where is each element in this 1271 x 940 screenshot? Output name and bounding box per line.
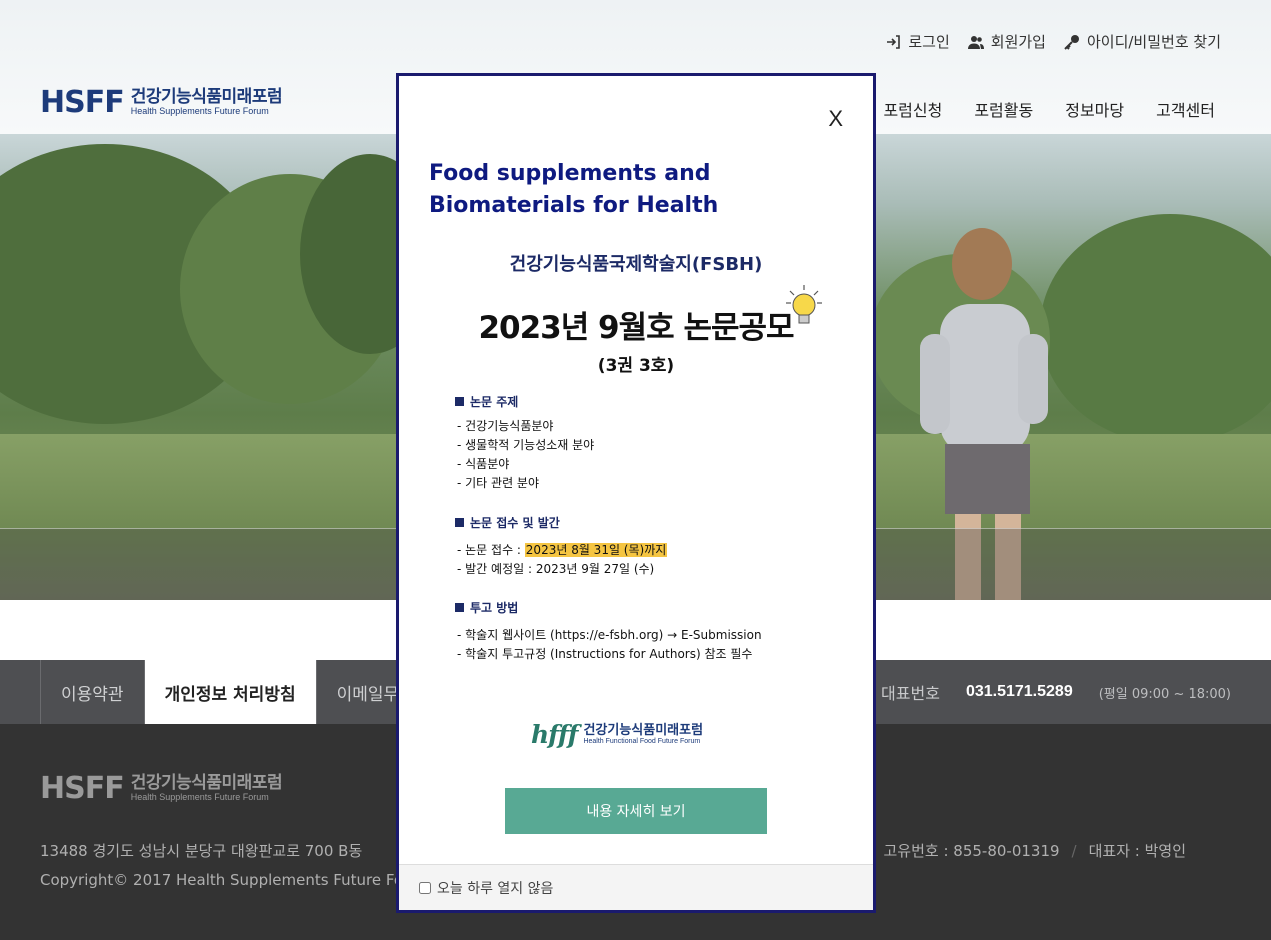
login-label: 로그인 [908, 33, 950, 51]
footer-ceo: 대표자 : 박영인 [1088, 842, 1186, 860]
popup-logo-name-kr: 건강기능식품미래포럼 [583, 723, 704, 738]
privacy-policy-link[interactable]: 개인정보 처리방침 [143, 660, 316, 724]
signup-link[interactable]: 회원가입 [967, 31, 1046, 52]
footer-copyright: Copyright© 2017 Health Supplements Futur… [40, 871, 434, 889]
topic-item: - 기타 관련 분야 [457, 476, 540, 490]
nav-info[interactable]: 정보마당 [1065, 97, 1124, 121]
find-account-link[interactable]: 아이디/비밀번호 찾기 [1064, 31, 1221, 52]
popup-title: Food supplements and Biomaterials for He… [429, 161, 719, 218]
dont-show-today-label[interactable]: 오늘 하루 열지 않음 [437, 878, 553, 898]
topic-item: - 생물학적 기능성소재 분야 [457, 438, 595, 452]
nav-forum-activity[interactable]: 포럼활동 [974, 97, 1033, 121]
notice-popup: X Food supplements and Biomaterials for … [396, 73, 876, 913]
topic-item: - 건강기능식품분야 [457, 419, 554, 433]
journal-name: 건강기능식품국제학술지(FSBH) [509, 254, 763, 275]
footer-logo: HSFF 건강기능식품미래포럼 Health Supplements Futur… [40, 771, 283, 806]
submission-deadline: - 논문 접수 : 2023년 8월 31일 (목)까지 [457, 543, 668, 557]
section-topic-title: 논문 주제 [455, 393, 518, 410]
section-method-title: 투고 방법 [455, 599, 518, 616]
section-submission-title: 논문 접수 및 발간 [455, 514, 560, 531]
lightbulb-icon [786, 285, 822, 324]
logo-name-en: Health Supplements Future Forum [130, 106, 269, 117]
view-details-button[interactable]: 내용 자세히 보기 [505, 788, 767, 834]
rep-number: 031.5171.5289 [965, 683, 1073, 700]
users-icon [967, 35, 984, 49]
logo-name-kr: 건강기능식품미래포럼 [130, 87, 283, 108]
footer-logo-name-en: Health Supplements Future Forum [130, 792, 269, 803]
footer-logo-name-kr: 건강기능식품미래포럼 [130, 773, 283, 794]
volume-info: (3권 3호) [597, 356, 675, 376]
login-icon [887, 34, 901, 49]
footer-logo-mark: HSFF [40, 771, 125, 806]
dont-show-today-checkbox[interactable] [419, 881, 431, 894]
top-links: 로그인 회원가입 아이디/비밀번호 찾기 [885, 31, 1221, 52]
footer-biz-no: 고유번호 : 855-80-01319 [883, 842, 1060, 860]
popup-footer: 오늘 하루 열지 않음 [399, 864, 873, 910]
publication-date: - 발간 예정일 : 2023년 9월 27일 (수) [457, 562, 655, 576]
logo-mark: HSFF [40, 85, 125, 120]
signup-label: 회원가입 [990, 33, 1046, 51]
topic-item: - 식품분야 [457, 457, 510, 471]
login-link[interactable]: 로그인 [885, 31, 950, 52]
find-account-label: 아이디/비밀번호 찾기 [1086, 33, 1221, 51]
popup-org-logo: hfff 건강기능식품미래포럼 Health Functional Food F… [531, 720, 703, 749]
main-nav: 포럼신청 포럼활동 정보마당 고객센터 [883, 97, 1215, 121]
business-hours: (평일 09:00 ~ 18:00) [1098, 686, 1231, 702]
method-item: - 학술지 투고규정 (Instructions for Authors) 참조… [457, 647, 753, 661]
site-logo[interactable]: HSFF 건강기능식품미래포럼 Health Supplements Futur… [40, 85, 283, 120]
popup-logo-mark: hfff [531, 720, 578, 749]
nav-forum-apply[interactable]: 포럼신청 [883, 97, 942, 121]
rep-number-label: 대표번호 [881, 684, 940, 703]
terms-link[interactable]: 이용약관 [40, 660, 144, 724]
popup-logo-name-en: Health Functional Food Future Forum [583, 737, 701, 745]
footer-address: 13488 경기도 성남시 분당구 대왕판교로 700 B동 [40, 842, 363, 860]
key-icon [1064, 34, 1079, 50]
popup-close-button[interactable]: X [828, 106, 843, 132]
method-item: - 학술지 웹사이트 (https://e-fsbh.org) → E-Subm… [457, 628, 762, 642]
nav-support[interactable]: 고객센터 [1156, 97, 1215, 121]
deadline-highlight: 2023년 8월 31일 (목)까지 [524, 543, 668, 557]
footer-biz-info: 고유번호 : 855-80-01319/대표자 : 박영인 [883, 842, 1186, 860]
